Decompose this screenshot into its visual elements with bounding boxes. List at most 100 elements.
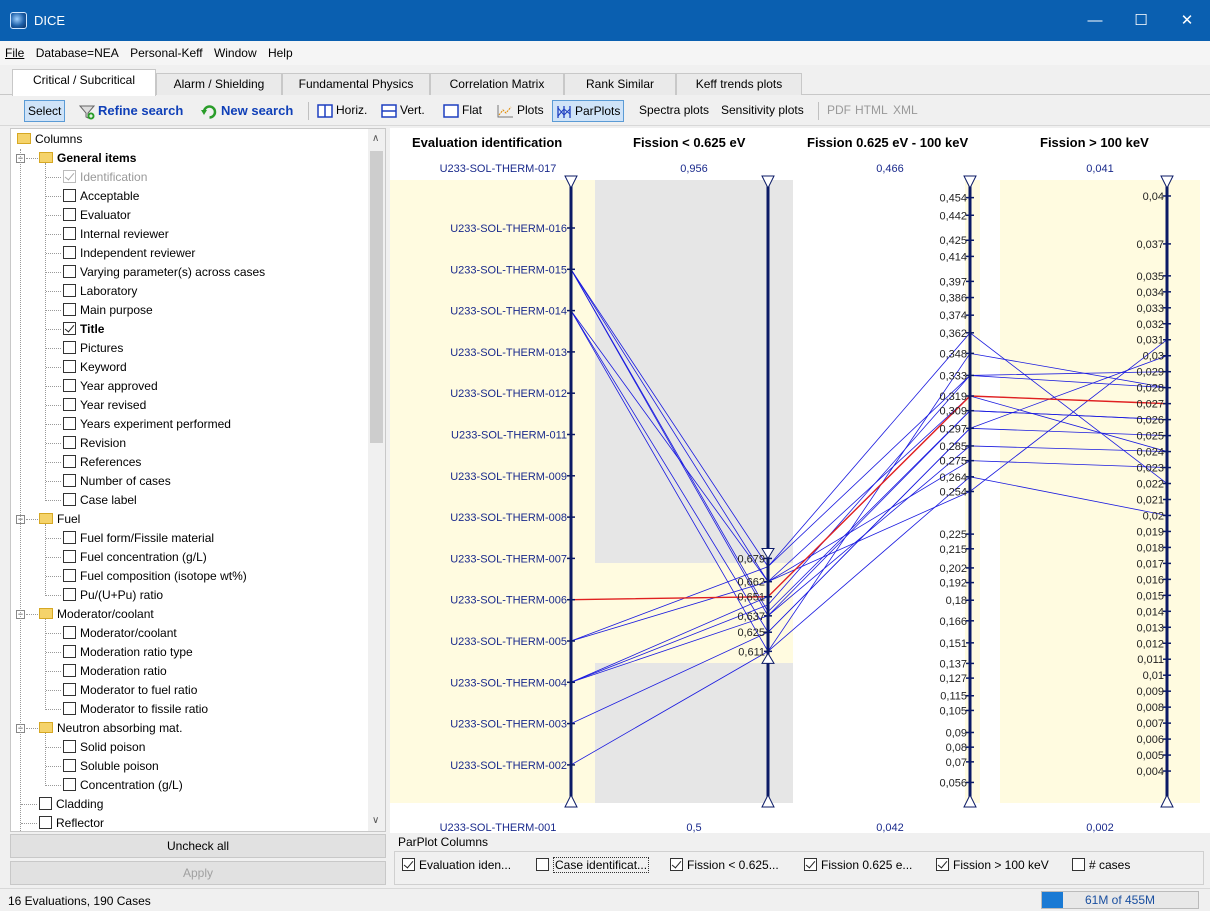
checkbox[interactable] <box>63 208 76 222</box>
tree-item-moderator-coolant[interactable]: Moderator/coolant <box>63 624 177 643</box>
tab-critical-subcritical[interactable]: Critical / Subcritical <box>12 69 156 96</box>
checkbox[interactable] <box>63 740 76 754</box>
tree-item-laboratory[interactable]: Laboratory <box>63 282 137 301</box>
checkbox[interactable] <box>63 683 76 697</box>
parplot-col-case[interactable]: Case identificat... <box>536 857 650 873</box>
tab-fundamental-physics[interactable]: Fundamental Physics <box>282 73 430 95</box>
tree-item-year-approved[interactable]: Year approved <box>63 377 158 396</box>
parplot-col-cases[interactable]: # cases <box>1072 858 1130 872</box>
tab-correlation-matrix[interactable]: Correlation Matrix <box>430 73 564 95</box>
parplot-col-fission-intermediate[interactable]: Fission 0.625 e... <box>804 858 912 872</box>
tree-item-soluble-poison[interactable]: Soluble poison <box>63 757 159 776</box>
checkbox[interactable] <box>63 341 76 355</box>
pdf-button[interactable]: PDF <box>824 100 854 122</box>
checkbox[interactable] <box>63 189 76 203</box>
new-search-button[interactable]: New search <box>198 100 296 122</box>
tree-item-references[interactable]: References <box>63 453 141 472</box>
tree-item-identification[interactable]: Identification <box>63 168 147 187</box>
tree-item-moderator-coolant[interactable]: Moderator/coolant <box>39 605 154 624</box>
tree-item-fuel-form-fissile-material[interactable]: Fuel form/Fissile material <box>63 529 214 548</box>
checkbox[interactable] <box>63 550 76 564</box>
tree-scrollbar[interactable]: ∧ ∨ <box>368 129 385 831</box>
checkbox[interactable] <box>63 664 76 678</box>
checkbox[interactable] <box>63 436 76 450</box>
checkbox[interactable] <box>63 417 76 431</box>
tree-item-fuel-concentration-g-l[interactable]: Fuel concentration (g/L) <box>63 548 207 567</box>
checkbox[interactable] <box>804 858 817 872</box>
checkbox[interactable] <box>63 493 76 507</box>
checkbox[interactable] <box>63 588 76 602</box>
tree-item-moderation-ratio[interactable]: Moderation ratio <box>63 662 167 681</box>
uncheck-all-button[interactable]: Uncheck all <box>10 834 386 858</box>
tree-item-keyword[interactable]: Keyword <box>63 358 127 377</box>
menu-personal-keff[interactable]: Personal-Keff <box>125 41 206 60</box>
menu-file[interactable]: File <box>0 41 27 60</box>
maximize-button[interactable]: ☐ <box>1118 0 1164 41</box>
parplot-col-fission-thermal[interactable]: Fission < 0.625... <box>670 858 779 872</box>
checkbox[interactable] <box>63 379 76 393</box>
tree-item-internal-reviewer[interactable]: Internal reviewer <box>63 225 169 244</box>
checkbox[interactable] <box>63 284 76 298</box>
apply-button[interactable]: Apply <box>10 861 386 885</box>
checkbox[interactable] <box>670 858 683 872</box>
checkbox[interactable] <box>63 246 76 260</box>
checkbox[interactable] <box>63 759 76 773</box>
tree-item-columns[interactable]: Columns <box>17 130 82 149</box>
sensitivity-plots-button[interactable]: Sensitivity plots <box>718 100 807 122</box>
refine-search-button[interactable]: Refine search <box>76 100 186 122</box>
checkbox[interactable] <box>936 858 949 872</box>
checkbox[interactable] <box>63 455 76 469</box>
menu-database[interactable]: Database=NEA <box>31 41 122 60</box>
parplot-col-evaluation[interactable]: Evaluation iden... <box>402 858 511 872</box>
checkbox[interactable] <box>39 797 52 811</box>
menu-help[interactable]: Help <box>263 41 296 60</box>
tree-item-moderator-to-fuel-ratio[interactable]: Moderator to fuel ratio <box>63 681 197 700</box>
scroll-down-icon[interactable]: ∨ <box>372 815 379 826</box>
tree-item-evaluator[interactable]: Evaluator <box>63 206 131 225</box>
parallel-plot-canvas[interactable]: U233-SOL-THERM-017 0,956 0,466 0,041 U233-SO… <box>390 128 1210 834</box>
parplots-button[interactable]: ParPlots <box>552 100 625 122</box>
checkbox[interactable] <box>63 398 76 412</box>
tree-item-general-items[interactable]: General items <box>39 149 136 168</box>
checkbox[interactable] <box>63 265 76 279</box>
checkbox[interactable] <box>63 303 76 317</box>
tree-item-cladding[interactable]: Cladding <box>39 795 103 814</box>
html-button[interactable]: HTML <box>852 100 891 122</box>
parplot-col-fission-fast[interactable]: Fission > 100 keV <box>936 858 1049 872</box>
tree-item-year-revised[interactable]: Year revised <box>63 396 146 415</box>
checkbox[interactable] <box>63 360 76 374</box>
horiz-button[interactable]: Horiz. <box>314 100 370 122</box>
close-button[interactable]: ✕ <box>1164 0 1210 41</box>
checkbox[interactable] <box>63 227 76 241</box>
checkbox[interactable] <box>63 569 76 583</box>
checkbox[interactable] <box>63 702 76 716</box>
tree-item-title[interactable]: Title <box>63 320 104 339</box>
flat-button[interactable]: Flat <box>440 100 485 122</box>
select-button[interactable]: Select <box>24 100 66 122</box>
tree-item-number-of-cases[interactable]: Number of cases <box>63 472 171 491</box>
plots-button[interactable]: Plots <box>494 100 547 122</box>
memory-indicator[interactable]: 61M of 455M <box>1041 891 1199 909</box>
tree-item-revision[interactable]: Revision <box>63 434 126 453</box>
xml-button[interactable]: XML <box>890 100 921 122</box>
tree-item-independent-reviewer[interactable]: Independent reviewer <box>63 244 195 263</box>
checkbox[interactable] <box>63 322 76 336</box>
checkbox[interactable] <box>536 858 549 872</box>
menu-window[interactable]: Window <box>209 41 260 60</box>
checkbox[interactable] <box>402 858 415 872</box>
tree-item-concentration-g-l[interactable]: Concentration (g/L) <box>63 776 183 795</box>
checkbox[interactable] <box>63 645 76 659</box>
tree-item-solid-poison[interactable]: Solid poison <box>63 738 145 757</box>
tree-item-moderator-to-fissile-ratio[interactable]: Moderator to fissile ratio <box>63 700 208 719</box>
tree-item-fuel-composition-isotope-wt[interactable]: Fuel composition (isotope wt%) <box>63 567 247 586</box>
tree-item-years-experiment-performed[interactable]: Years experiment performed <box>63 415 231 434</box>
tree-item-pictures[interactable]: Pictures <box>63 339 123 358</box>
checkbox[interactable] <box>63 626 76 640</box>
vert-button[interactable]: Vert. <box>378 100 428 122</box>
checkbox[interactable] <box>39 816 52 830</box>
tree-item-reflector[interactable]: Reflector <box>39 814 104 831</box>
tree-item-neutron-absorbing-mat[interactable]: Neutron absorbing mat. <box>39 719 182 738</box>
spectra-plots-button[interactable]: Spectra plots <box>636 100 712 122</box>
checkbox[interactable] <box>63 778 76 792</box>
tab-keff-trends-plots[interactable]: Keff trends plots <box>676 73 802 95</box>
